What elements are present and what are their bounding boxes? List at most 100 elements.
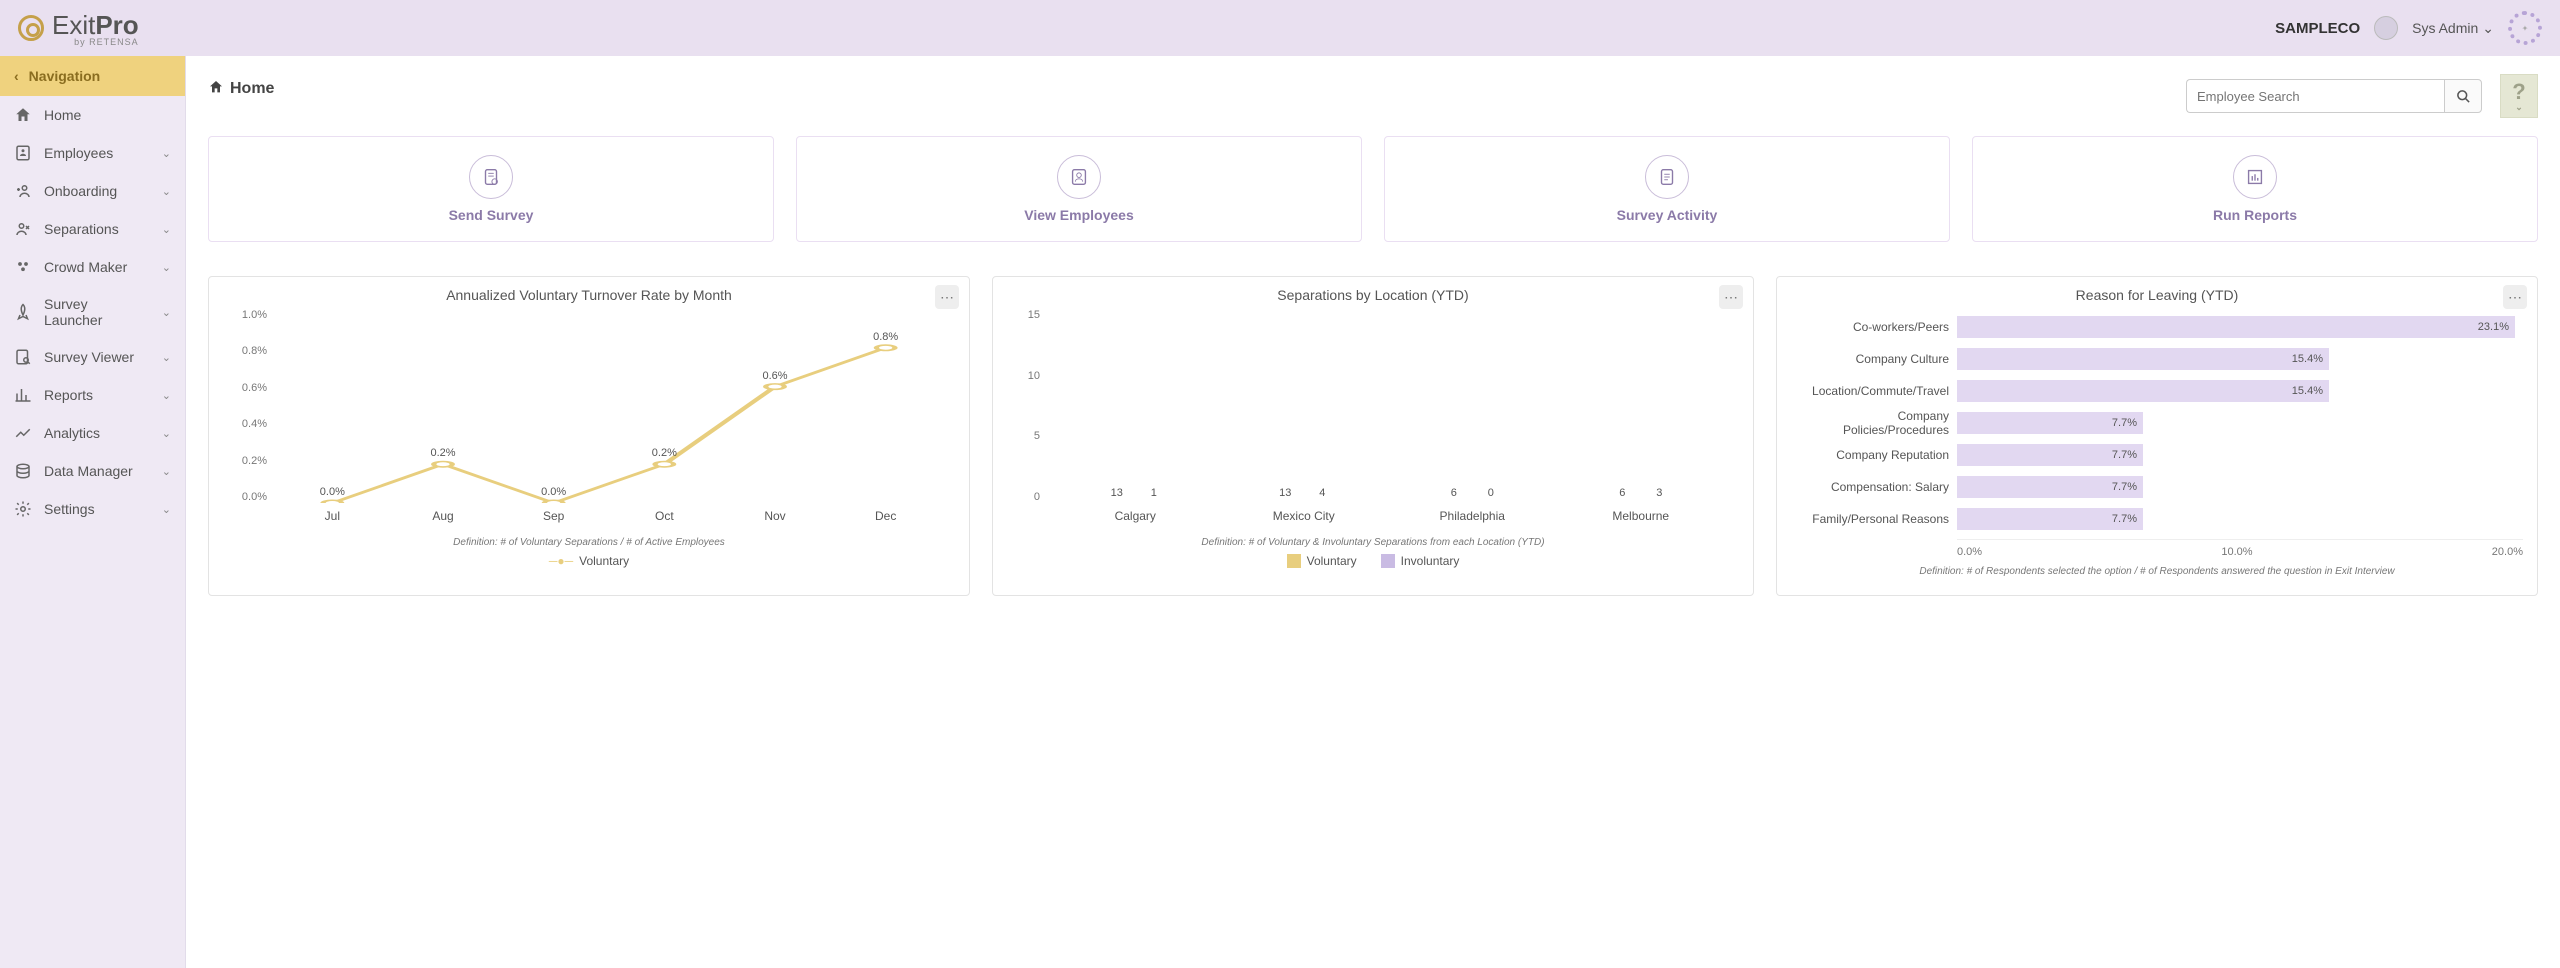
sidebar-item-survey-viewer[interactable]: Survey Viewer ⌄	[0, 338, 185, 376]
action-label: Send Survey	[449, 207, 534, 223]
rep-icon	[2233, 155, 2277, 199]
action-view-employees[interactable]: View Employees	[796, 136, 1362, 242]
sidebar-item-separations[interactable]: Separations⌄	[0, 210, 185, 248]
bar: 15.4%	[1957, 348, 2329, 370]
sidebar-item-label: Employees	[44, 145, 113, 161]
id-icon	[14, 144, 32, 162]
reason-label: Company Reputation	[1791, 448, 1957, 462]
sidebar-item-data-manager[interactable]: Data Manager ⌄	[0, 452, 185, 490]
legend-involuntary: Involuntary	[1381, 554, 1460, 568]
chart-reasons: ⋯ Reason for Leaving (YTD) Co-workers/Pe…	[1776, 276, 2538, 596]
onboard-icon	[14, 182, 32, 200]
sidebar-item-settings[interactable]: Settings⌄	[0, 490, 185, 528]
page-title: Home	[230, 80, 274, 98]
user-menu[interactable]: Sys Admin ⌄	[2412, 20, 2494, 37]
sidebar-item-home[interactable]: Home	[0, 96, 185, 134]
main: Home ? ⌄ Send Survey View Employees Survey…	[186, 56, 2560, 968]
action-label: Survey Activity	[1617, 207, 1718, 223]
launch-icon	[14, 303, 32, 321]
chevron-down-icon: ⌄	[2482, 20, 2494, 37]
chevron-down-icon: ⌄	[162, 427, 171, 440]
chart-title: Separations by Location (YTD)	[1007, 287, 1739, 303]
bar: 15.4%	[1957, 380, 2329, 402]
employee-search	[2186, 79, 2482, 113]
breadcrumb: Home	[208, 79, 274, 100]
avatar[interactable]	[2374, 16, 2398, 40]
chevron-left-icon: ‹	[14, 68, 19, 84]
chart-menu-button[interactable]: ⋯	[1719, 285, 1743, 309]
sidebar-item-label: Home	[44, 107, 81, 123]
data-label: 0.0%	[320, 486, 345, 498]
crowd-icon	[14, 258, 32, 276]
reports-icon	[14, 386, 32, 404]
action-send-survey[interactable]: Send Survey	[208, 136, 774, 242]
company-name: SAMPLECO	[2275, 20, 2360, 37]
sidebar-item-label: Onboarding	[44, 183, 117, 199]
sidebar-item-analytics[interactable]: Analytics ⌄	[0, 414, 185, 452]
chevron-down-icon: ⌄	[162, 185, 171, 198]
viewer-icon	[14, 348, 32, 366]
sidebar: ‹ Navigation HomeEmployees⌄Onboarding⌄Se…	[0, 56, 186, 968]
sidebar-item-onboarding[interactable]: Onboarding ⌄	[0, 172, 185, 210]
data-label: 0	[1488, 487, 1494, 499]
reason-row: Company Policies/Procedures7.7%	[1791, 411, 2515, 435]
action-survey-activity[interactable]: Survey Activity	[1384, 136, 1950, 242]
chart-menu-button[interactable]: ⋯	[935, 285, 959, 309]
chevron-down-icon: ⌄	[162, 306, 171, 319]
sidebar-item-label: Reports	[44, 387, 93, 403]
data-label: 13	[1111, 487, 1123, 499]
sidebar-item-employees[interactable]: Employees ⌄	[0, 134, 185, 172]
chart-title: Annualized Voluntary Turnover Rate by Mo…	[223, 287, 955, 303]
chart-menu-button[interactable]: ⋯	[2503, 285, 2527, 309]
settings-icon	[14, 500, 32, 518]
analytics-icon	[14, 424, 32, 442]
send-icon	[469, 155, 513, 199]
sidebar-item-reports[interactable]: Reports ⌄	[0, 376, 185, 414]
sidebar-title: Navigation	[29, 68, 101, 84]
reason-label: Company Culture	[1791, 352, 1957, 366]
chevron-down-icon: ⌄	[162, 465, 171, 478]
reason-label: Co-workers/Peers	[1791, 320, 1957, 334]
search-input[interactable]	[2186, 79, 2444, 113]
logo-text: ExitPro	[52, 10, 139, 41]
data-label: 4	[1319, 487, 1325, 499]
data-label: 0.0%	[541, 486, 566, 498]
data-label: 1	[1151, 487, 1157, 499]
chevron-down-icon: ⌄	[162, 503, 171, 516]
sidebar-item-survey-launcher[interactable]: Survey Launcher⌄	[0, 286, 185, 338]
chevron-down-icon: ⌄	[162, 261, 171, 274]
search-button[interactable]	[2444, 79, 2482, 113]
help-button[interactable]: ? ⌄	[2500, 74, 2538, 118]
action-label: Run Reports	[2213, 207, 2297, 223]
chevron-down-icon: ⌄	[162, 147, 171, 160]
act-icon	[1645, 155, 1689, 199]
chevron-down-icon: ⌄	[162, 389, 171, 402]
bar: 23.1%	[1957, 316, 2515, 338]
search-icon	[2456, 89, 2471, 104]
sidebar-header[interactable]: ‹ Navigation	[0, 56, 185, 96]
chart-turnover: ⋯ Annualized Voluntary Turnover Rate by …	[208, 276, 970, 596]
home-icon	[208, 79, 224, 100]
chart-separations: ⋯ Separations by Location (YTD) 151050 1…	[992, 276, 1754, 596]
home-icon	[14, 106, 32, 124]
theme-badge-icon[interactable]: ✦	[2508, 11, 2542, 45]
data-label: 6	[1451, 487, 1457, 499]
data-icon	[14, 462, 32, 480]
reason-label: Compensation: Salary	[1791, 480, 1957, 494]
data-label: 0.2%	[652, 447, 677, 459]
reason-label: Company Policies/Procedures	[1791, 409, 1957, 437]
legend-voluntary: ─●─Voluntary	[549, 554, 629, 568]
chevron-down-icon: ⌄	[162, 351, 171, 364]
data-label: 3	[1656, 487, 1662, 499]
sidebar-item-label: Data Manager	[44, 463, 133, 479]
data-label: 6	[1619, 487, 1625, 499]
sidebar-item-label: Survey Viewer	[44, 349, 134, 365]
reason-row: Location/Commute/Travel15.4%	[1791, 379, 2515, 403]
sidebar-item-label: Analytics	[44, 425, 100, 441]
sidebar-item-crowd-maker[interactable]: Crowd Maker⌄	[0, 248, 185, 286]
bar: 7.7%	[1957, 412, 2143, 434]
legend-voluntary: Voluntary	[1287, 554, 1357, 568]
action-run-reports[interactable]: Run Reports	[1972, 136, 2538, 242]
logo[interactable]: ExitPro by RETENSA	[18, 10, 139, 47]
topbar: ExitPro by RETENSA SAMPLECO Sys Admin ⌄ …	[0, 0, 2560, 56]
